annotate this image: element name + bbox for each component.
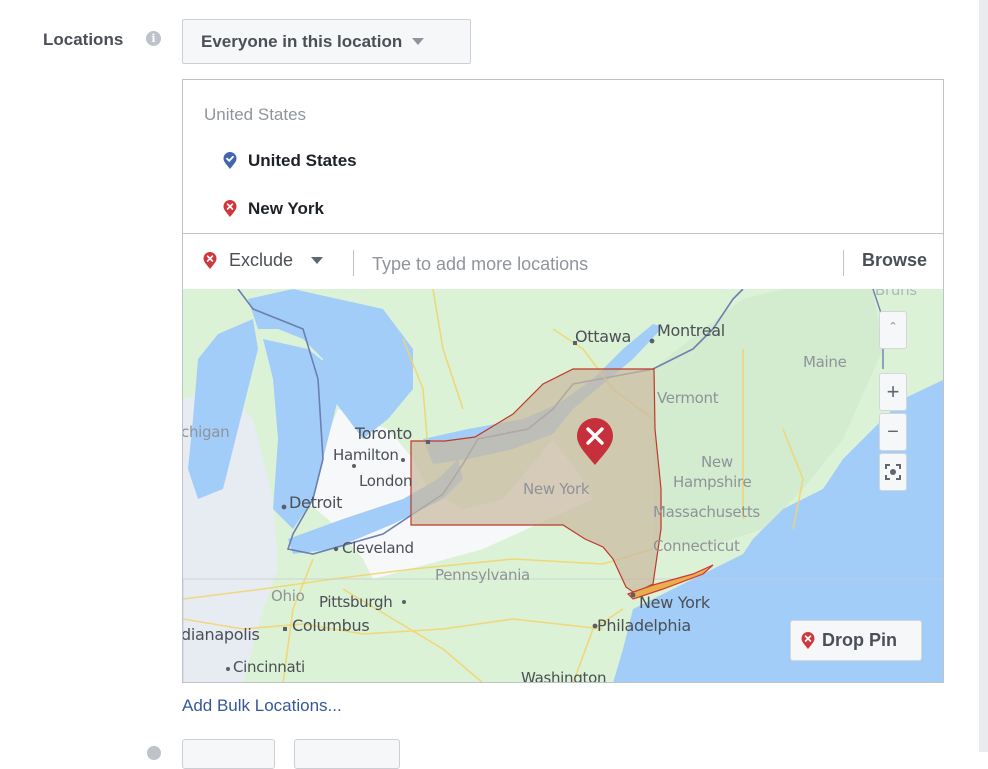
- info-icon[interactable]: i: [146, 31, 161, 46]
- plus-icon: +: [886, 379, 900, 404]
- add-bulk-locations-link[interactable]: Add Bulk Locations...: [182, 696, 342, 716]
- map-recenter-button[interactable]: [879, 453, 907, 491]
- location-item-exclude[interactable]: New York: [223, 199, 324, 219]
- audience-type-value: Everyone in this location: [201, 31, 403, 51]
- divider: [353, 250, 354, 276]
- map-label-pennsylvania: Pennsylvania: [435, 566, 530, 584]
- map-label-new-york-city: New York: [639, 593, 710, 612]
- locations-label: Locations: [43, 30, 124, 49]
- map-collapse-button[interactable]: ˆ: [879, 311, 907, 349]
- map-label-vermont: Vermont: [657, 389, 719, 407]
- drop-pin-button[interactable]: Drop Pin: [790, 620, 922, 661]
- chevron-up-icon: ˆ: [890, 321, 896, 338]
- map-label-new-hampshire: Hampshire: [673, 473, 752, 491]
- info-icon[interactable]: [147, 746, 161, 760]
- map-label-massachusetts: Massachusetts: [653, 503, 760, 521]
- map-label-ohio: Ohio: [271, 587, 305, 605]
- browse-button[interactable]: Browse: [862, 250, 927, 271]
- bottom-button[interactable]: [182, 739, 275, 769]
- map-label-cincinnati: Cincinnati: [233, 658, 305, 676]
- map-label-pittsburgh: Pittsburgh: [319, 593, 393, 611]
- exclude-pin-icon: [203, 251, 217, 269]
- map-label-london: London: [359, 472, 413, 490]
- selected-locations-panel: United States United States New York: [182, 79, 944, 234]
- map-label-washington: Washington: [521, 669, 607, 683]
- location-group-title: United States: [204, 105, 307, 124]
- map-label-hamilton: Hamilton: [333, 446, 399, 464]
- audience-type-dropdown[interactable]: Everyone in this location: [182, 19, 471, 64]
- location-map[interactable]: Bruns Ottawa Montreal Maine Vermont chig…: [182, 289, 944, 683]
- include-pin-icon: [223, 152, 237, 169]
- map-label-indianapolis: dianapolis: [182, 625, 260, 644]
- map-label-michigan: chigan: [182, 423, 230, 441]
- map-label-toronto: Toronto: [355, 424, 412, 443]
- map-zoom-in-button[interactable]: +: [879, 373, 907, 411]
- exclude-pin-icon: [223, 200, 237, 217]
- chevron-down-icon: [311, 257, 324, 264]
- chevron-down-icon: [412, 38, 425, 45]
- include-exclude-value: Exclude: [229, 250, 294, 270]
- map-label-cleveland: Cleveland: [342, 539, 414, 557]
- location-search-row: Exclude Browse: [182, 233, 944, 290]
- map-label-columbus: Columbus: [292, 616, 370, 635]
- map-label-brunswick: Bruns: [875, 289, 917, 299]
- include-exclude-dropdown[interactable]: Exclude: [203, 250, 324, 271]
- location-name: New York: [248, 199, 324, 218]
- location-search-input[interactable]: [370, 249, 824, 279]
- map-label-ottawa: Ottawa: [575, 327, 632, 346]
- map-label-maine: Maine: [803, 353, 847, 371]
- map-label-montreal: Montreal: [657, 321, 725, 340]
- map-label-philadelphia: Philadelphia: [597, 616, 691, 635]
- bottom-button[interactable]: [294, 739, 400, 769]
- recenter-icon: [885, 464, 901, 480]
- exclude-pin-icon: [801, 631, 815, 649]
- map-zoom-out-button[interactable]: −: [879, 413, 907, 451]
- map-label-connecticut: Connecticut: [653, 537, 740, 555]
- divider: [843, 250, 844, 276]
- map-label-detroit: Detroit: [289, 493, 343, 512]
- map-label-new-york-state: New York: [523, 480, 590, 498]
- page-scrollbar-track: [979, 0, 988, 752]
- map-label-new-hampshire: New: [701, 453, 733, 471]
- location-name: United States: [248, 151, 357, 170]
- minus-icon: −: [887, 420, 899, 443]
- location-item-include[interactable]: United States: [223, 151, 357, 171]
- drop-pin-label: Drop Pin: [822, 630, 897, 650]
